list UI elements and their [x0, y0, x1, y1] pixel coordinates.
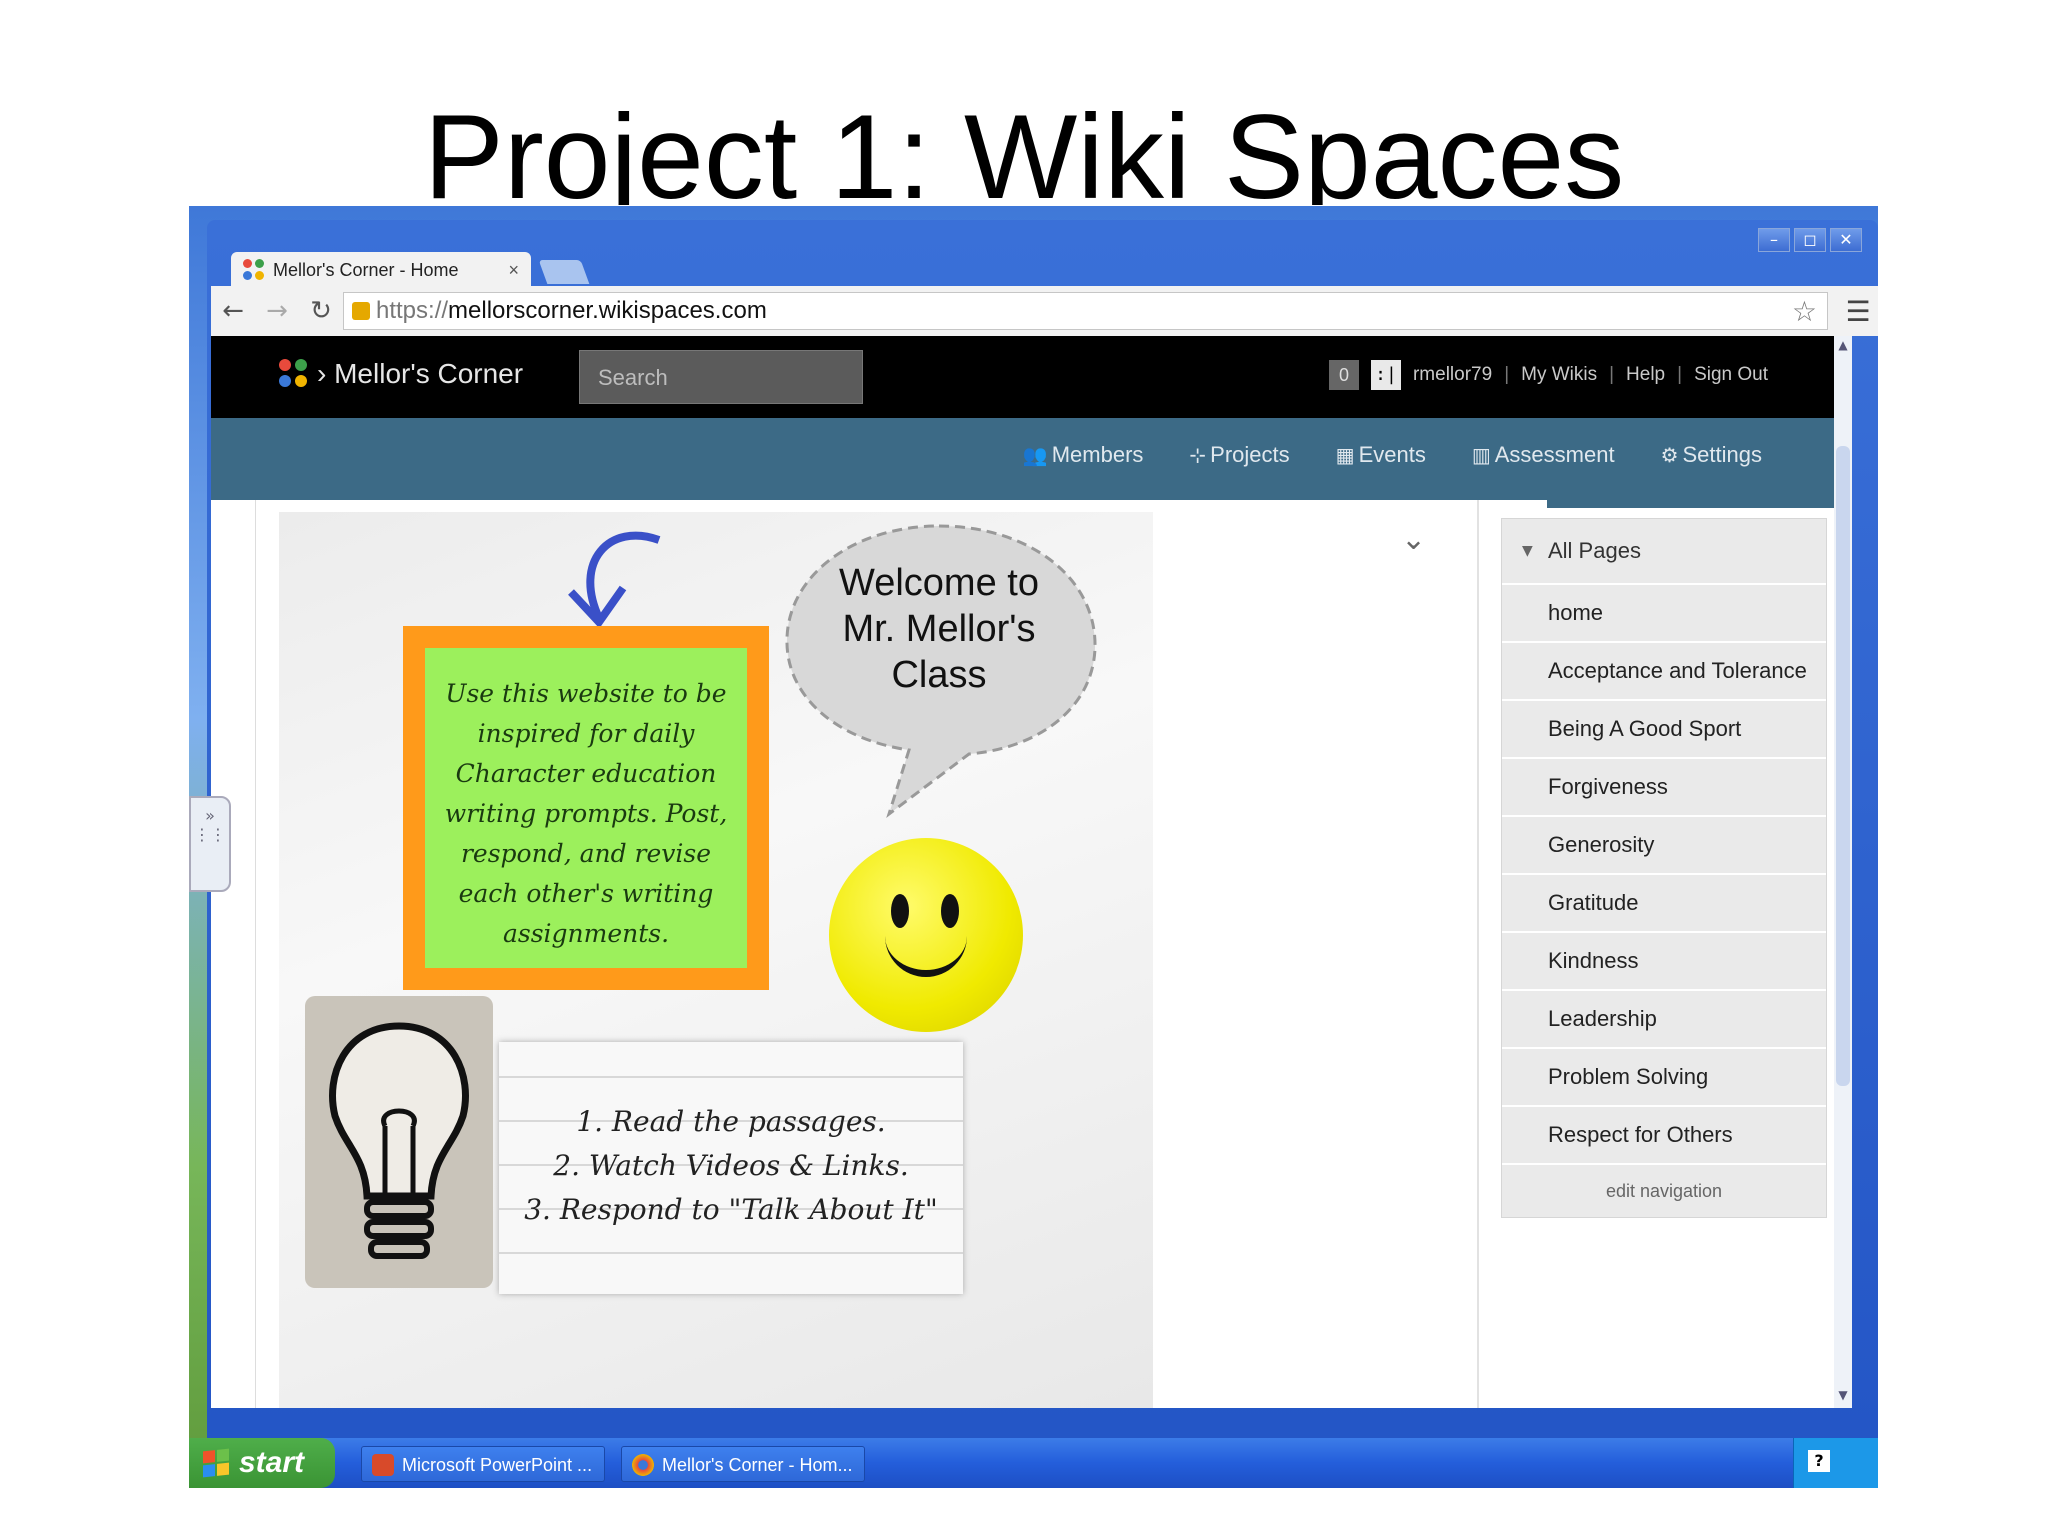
slide-title: Project 1: Wiki Spaces [423, 92, 1625, 205]
nav-page-good-sport[interactable]: Being A Good Sport [1502, 701, 1826, 759]
web-page: › Mellor's Corner Search 0 :| rmellor79 … [211, 336, 1852, 1408]
lightbulb-icon [305, 996, 493, 1288]
events-icon: ▦ [1335, 443, 1355, 467]
taskbar-browser[interactable]: Mellor's Corner - Hom... [621, 1446, 865, 1482]
search-input[interactable]: Search [579, 350, 863, 404]
projects-icon: ⊹ [1189, 443, 1207, 467]
chevron-down-icon[interactable]: ⌄ [1401, 522, 1426, 557]
site-logo[interactable]: › Mellor's Corner [279, 358, 523, 390]
chrome-icon [632, 1454, 654, 1476]
url-host: mellorscorner.wikispaces.com [448, 297, 767, 324]
url-scheme: https:// [376, 297, 449, 324]
divider [1477, 500, 1479, 1408]
scroll-thumb[interactable] [1836, 446, 1850, 1086]
nav-page-leadership[interactable]: Leadership [1502, 991, 1826, 1049]
back-icon[interactable]: ← [211, 296, 255, 326]
nav-page-respect[interactable]: Respect for Others [1502, 1107, 1826, 1165]
scroll-up-icon[interactable]: ▲ [1836, 338, 1850, 356]
avatar[interactable]: :| [1370, 360, 1401, 390]
nav-assessment[interactable]: ▥ Assessment [1472, 442, 1615, 468]
chevron-right-icon: › [317, 358, 335, 389]
step-2: 2. Watch Videos & Links. [553, 1149, 909, 1182]
nav-page-gratitude[interactable]: Gratitude [1502, 875, 1826, 933]
start-button[interactable]: start [189, 1438, 335, 1488]
sticky-note-text: Use this website to be inspired for dail… [444, 679, 728, 948]
sign-out-link[interactable]: Sign Out [1694, 364, 1768, 386]
side-panel-handle[interactable]: » ⋮⋮ [189, 796, 231, 892]
assessment-icon: ▥ [1471, 443, 1491, 467]
screenshot: – ◻ ✕ Mellor's Corner - Home × ← → ↻ htt… [189, 206, 1878, 1488]
help-link[interactable]: Help [1626, 364, 1665, 386]
user-bar: 0 :| rmellor79 | My Wikis | Help | Sign … [1328, 360, 1768, 390]
powerpoint-icon [372, 1454, 394, 1476]
curved-arrow-icon [568, 531, 661, 629]
nav-projects[interactable]: ⊹ Projects [1189, 442, 1289, 468]
nav-members-label: Members [1051, 442, 1144, 467]
nav-events-label: Events [1358, 442, 1426, 467]
step-1: 1. Read the passages. [576, 1105, 886, 1138]
pinwheel-icon [243, 259, 265, 281]
left-gutter [211, 500, 256, 1408]
browser-tab[interactable]: Mellor's Corner - Home × [231, 252, 531, 288]
site-header: › Mellor's Corner Search 0 :| rmellor79 … [211, 336, 1852, 418]
windows-flag-icon [203, 1448, 229, 1478]
tab-close-icon[interactable]: × [508, 260, 519, 281]
start-label: start [239, 1446, 305, 1479]
nav-page-acceptance[interactable]: Acceptance and Tolerance [1502, 643, 1826, 701]
sticky-note: Use this website to be inspired for dail… [403, 626, 769, 990]
nav-members[interactable]: 👥 Members [1023, 442, 1144, 468]
nav-page-home[interactable]: home [1502, 585, 1826, 643]
nav-page-problem-solving[interactable]: Problem Solving [1502, 1049, 1826, 1107]
notebook-card: 1. Read the passages. 2. Watch Videos & … [499, 1042, 963, 1294]
taskbar-browser-label: Mellor's Corner - Hom... [662, 1455, 853, 1475]
tab-strip: Mellor's Corner - Home × [213, 246, 1878, 288]
caret-down-icon: ▼ [1522, 543, 1533, 559]
bookmark-star-icon[interactable]: ☆ [1792, 295, 1817, 328]
all-pages-header[interactable]: ▼ All Pages [1502, 519, 1826, 585]
page-navigation: ▼ All Pages home Acceptance and Toleranc… [1501, 518, 1827, 1218]
nav-page-kindness[interactable]: Kindness [1502, 933, 1826, 991]
welcome-text: Welcome to Mr. Mellor's Class [839, 562, 1039, 696]
edit-navigation-link[interactable]: edit navigation [1502, 1165, 1826, 1217]
pinwheel-icon [279, 359, 309, 389]
reload-icon[interactable]: ↻ [299, 296, 343, 326]
welcome-banner-image: Use this website to be inspired for dail… [279, 512, 1153, 1408]
taskbar-powerpoint-label: Microsoft PowerPoint ... [402, 1455, 593, 1475]
scroll-down-icon[interactable]: ▼ [1836, 1388, 1850, 1406]
taskbar-powerpoint[interactable]: Microsoft PowerPoint ... [361, 1446, 605, 1482]
nav-settings-label: Settings [1682, 442, 1763, 467]
username-link[interactable]: rmellor79 [1413, 364, 1492, 386]
scrollbar[interactable]: ▲ ▼ [1834, 336, 1852, 1408]
browser-window: – ◻ ✕ Mellor's Corner - Home × ← → ↻ htt… [207, 220, 1878, 1438]
separator: | [1504, 364, 1510, 385]
step-3: 3. Respond to "Talk About It" [524, 1193, 938, 1226]
nav-projects-label: Projects [1210, 442, 1290, 467]
tab-title: Mellor's Corner - Home [273, 259, 459, 280]
forward-icon[interactable]: → [255, 296, 299, 326]
my-wikis-link[interactable]: My Wikis [1521, 364, 1597, 386]
site-name: Mellor's Corner [334, 358, 524, 389]
lock-icon [352, 302, 370, 320]
browser-toolbar: ← → ↻ https:// mellorscorner.wikispaces.… [211, 286, 1878, 336]
smiley-face-icon [829, 838, 1023, 1032]
members-icon: 👥 [1022, 443, 1048, 467]
system-tray: ? [1793, 1438, 1878, 1488]
nav-settings[interactable]: ⚙ Settings [1661, 442, 1762, 468]
address-bar[interactable]: https:// mellorscorner.wikispaces.com ☆ [343, 292, 1828, 330]
nav-page-generosity[interactable]: Generosity [1502, 817, 1826, 875]
new-tab-button[interactable] [538, 260, 590, 284]
nav-assessment-label: Assessment [1494, 442, 1615, 467]
panel-accent [1547, 500, 1852, 508]
nav-page-forgiveness[interactable]: Forgiveness [1502, 759, 1826, 817]
help-icon[interactable]: ? [1808, 1450, 1830, 1472]
menu-icon[interactable]: ☰ [1838, 295, 1878, 328]
all-pages-label: All Pages [1548, 538, 1641, 563]
notification-badge[interactable]: 0 [1328, 360, 1359, 390]
site-navbar: 👥 Members ⊹ Projects ▦ Events ▥ Assessment ⚙… [211, 418, 1852, 500]
nav-events[interactable]: ▦ Events [1336, 442, 1426, 468]
separator: | [1677, 364, 1683, 385]
taskbar: start Microsoft PowerPoint ... Mellor's … [189, 1438, 1878, 1488]
settings-icon: ⚙ [1660, 443, 1679, 467]
separator: | [1609, 364, 1615, 385]
